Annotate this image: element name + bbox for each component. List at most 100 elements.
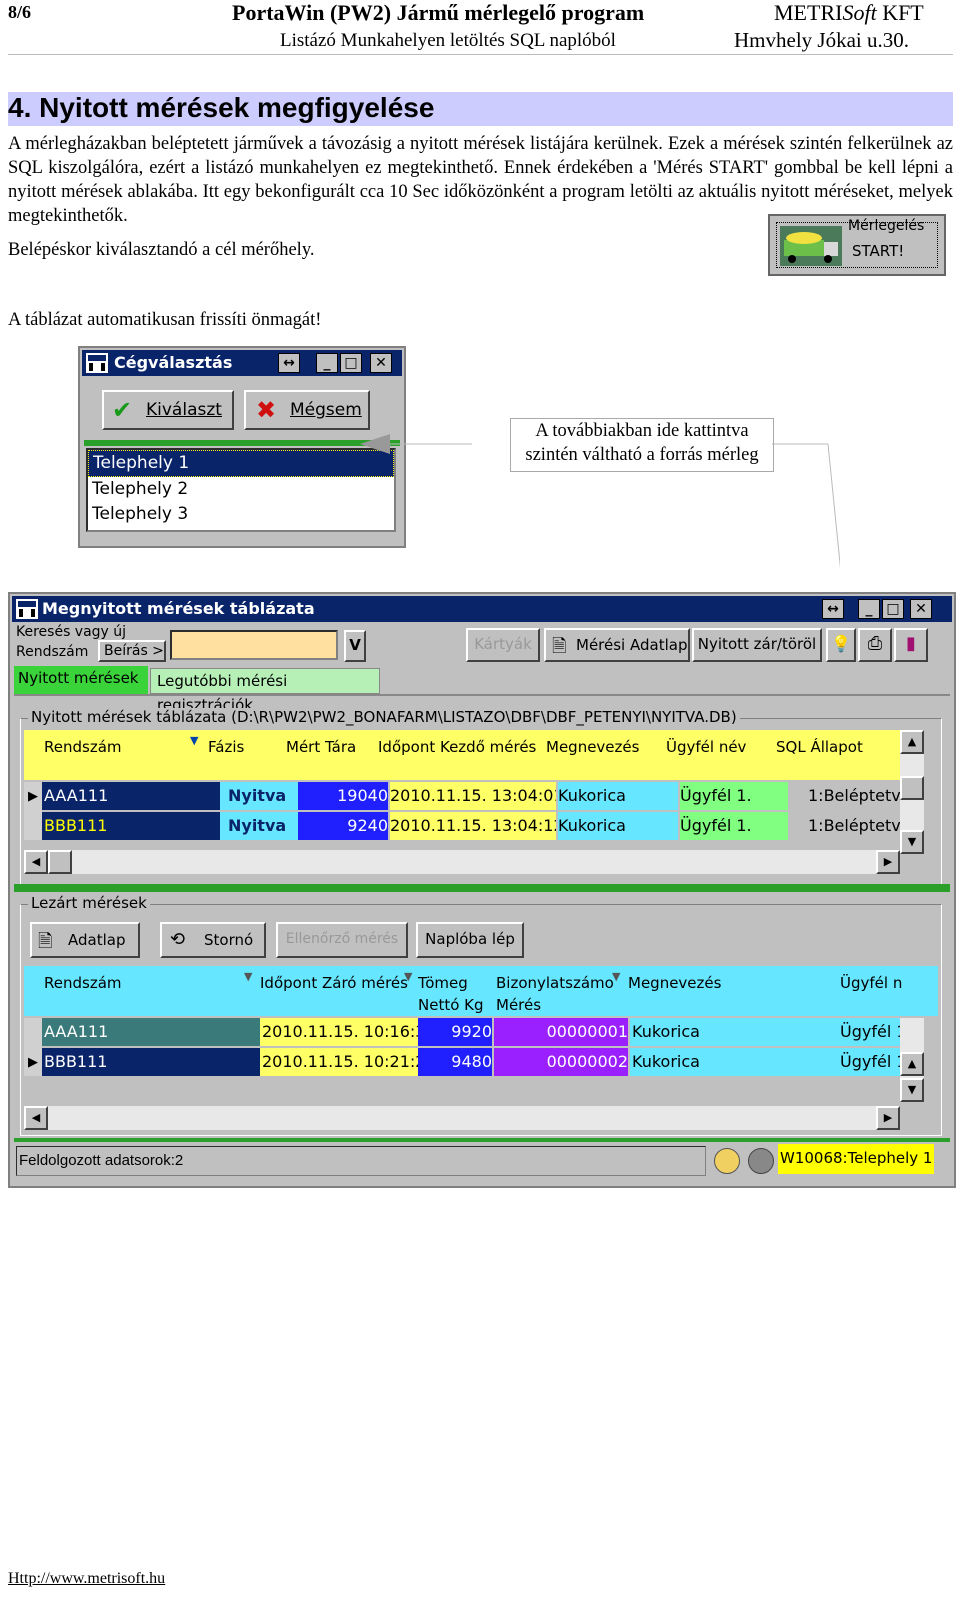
tab-open-measurements[interactable]: Nyitott mérések <box>14 666 148 694</box>
exit-icon[interactable]: ▮ <box>894 628 928 662</box>
open-close-button[interactable]: Nyitott zár/töröl <box>692 628 822 662</box>
measurement-data-button[interactable]: 🗎 Mérési Adatlap <box>544 628 690 662</box>
cell-client: Ügyfél 1 <box>840 1052 902 1071</box>
dialog-divider <box>84 440 400 446</box>
col-name[interactable]: Megnevezés <box>546 738 639 756</box>
select-button[interactable]: ✔ Kiválaszt <box>102 390 234 430</box>
table-cell[interactable]: Nyitva <box>220 782 304 810</box>
company-name: METRISoft KFT <box>774 0 924 25</box>
closed-hscrollbar[interactable]: ◀ ▶ <box>24 1106 900 1130</box>
scroll-right-icon[interactable]: ▶ <box>876 1106 900 1130</box>
storno-button[interactable]: ⟲ Stornó <box>160 922 266 958</box>
open-hscrollbar[interactable]: ◀ ▶ <box>24 850 900 874</box>
enter-button[interactable]: Beírás > <box>98 640 166 662</box>
table-cell[interactable]: Ügyfél 1. <box>680 812 788 840</box>
scroll-up-icon[interactable]: ▲ <box>900 730 924 754</box>
minimize-icon[interactable]: _ <box>316 353 338 373</box>
filter-arrow-icon[interactable]: ▼ <box>404 970 412 983</box>
list-item[interactable]: Telephely 2 <box>88 477 394 502</box>
col-plate[interactable]: Rendszám <box>44 974 122 992</box>
cancel-button-label: Mégsem <box>290 400 362 420</box>
table-cell[interactable]: 00000001 <box>494 1018 628 1046</box>
site-list[interactable]: Telephely 1 Telephely 2 Telephely 3 <box>86 448 396 532</box>
maximize-icon[interactable]: □ <box>882 599 904 619</box>
table-cell[interactable]: Kukorica <box>558 782 678 810</box>
table-cell[interactable]: BBB111 <box>42 1048 260 1076</box>
col-net-kg[interactable]: Nettó Kg <box>418 996 484 1014</box>
col-weight[interactable]: Tömeg <box>418 974 468 992</box>
cancel-button[interactable]: ✖ Mégsem <box>244 390 370 430</box>
scroll-left-icon[interactable]: ◀ <box>24 850 48 874</box>
filter-arrow-icon[interactable]: ▼ <box>612 970 620 983</box>
col-name[interactable]: Megnevezés <box>628 974 721 992</box>
closed-vscrollbar[interactable]: ▲ ▼ <box>900 1018 924 1102</box>
filter-arrow-icon[interactable]: ▼ <box>190 734 198 747</box>
table-cell[interactable]: 00000002 <box>494 1048 628 1076</box>
table-cell[interactable]: 9480 <box>418 1048 492 1076</box>
table-cell[interactable]: BBB111 <box>42 812 220 840</box>
col-end-time[interactable]: Időpont Záró mérés <box>260 974 408 992</box>
col-tare[interactable]: Mért Tára <box>286 738 356 756</box>
tab-recent-registrations[interactable]: Legutóbbi mérési regisztrációk <box>150 668 380 714</box>
cards-button[interactable]: Kártyák <box>466 628 540 662</box>
table-cell[interactable]: 9920 <box>418 1018 492 1046</box>
source-scale-selector[interactable]: W10068:Telephely 1 <box>778 1144 934 1174</box>
scroll-right-icon[interactable]: ▶ <box>876 850 900 874</box>
table-cell[interactable]: 2010.11.15. 13:04:01 <box>390 782 556 810</box>
table-cell[interactable]: Kukorica <box>558 812 678 840</box>
table-cell[interactable]: 19040 <box>298 782 388 810</box>
app-icon <box>86 353 108 373</box>
resize-icon[interactable]: ↔ <box>278 353 300 373</box>
minimize-icon[interactable]: _ <box>858 599 880 619</box>
search-input[interactable] <box>170 630 338 660</box>
log-button[interactable]: Naplóba lép <box>416 922 524 958</box>
scroll-left-icon[interactable]: ◀ <box>24 1106 48 1130</box>
col-plate[interactable]: Rendszám <box>44 738 122 756</box>
list-item[interactable]: Telephely 3 <box>88 502 394 527</box>
scroll-thumb[interactable] <box>900 776 924 800</box>
table-cell[interactable]: Nyitva <box>220 812 304 840</box>
cancel-doc-icon: ⟲ <box>170 929 186 950</box>
callout-line-2: szintén váltható a forrás mérleg <box>525 445 759 465</box>
status-indicator-yellow <box>714 1148 740 1174</box>
table-cell[interactable]: 1:Beléptetve <box>790 782 918 810</box>
split-bar[interactable] <box>14 884 950 892</box>
table-cell[interactable]: 2010.11.15. 10:16:38 <box>260 1018 418 1046</box>
col-sql-state[interactable]: SQL Állapot <box>776 738 863 756</box>
maximize-icon[interactable]: □ <box>340 353 362 373</box>
datasheet-label: Adatlap <box>68 931 126 949</box>
open-vscrollbar[interactable]: ▲ ▼ <box>900 730 924 854</box>
dropdown-button[interactable]: V <box>344 630 366 662</box>
datasheet-button[interactable]: 🗎 Adatlap <box>30 922 140 958</box>
col-measurement[interactable]: Mérés <box>496 996 541 1014</box>
close-icon[interactable]: ✕ <box>910 599 932 619</box>
table-cell[interactable]: Kukorica Ügyfél 1 <box>630 1018 902 1046</box>
scroll-down-icon[interactable]: ▼ <box>900 1078 924 1102</box>
lightbulb-icon[interactable]: 💡 <box>826 628 856 662</box>
check-weigh-button[interactable]: Ellenőrző mérés <box>276 922 408 958</box>
table-cell[interactable]: 2010.11.15. 13:04:12 <box>390 812 556 840</box>
scroll-up-icon[interactable]: ▲ <box>900 1052 924 1076</box>
table-cell[interactable]: AAA111 <box>42 782 220 810</box>
table-cell[interactable]: Kukorica Ügyfél 1 <box>630 1048 902 1076</box>
table-cell[interactable]: Ügyfél 1. <box>680 782 788 810</box>
col-client[interactable]: Ügyfél n <box>840 974 902 992</box>
table-cell[interactable]: 9240 <box>298 812 388 840</box>
col-phase[interactable]: Fázis <box>208 738 244 756</box>
footer-link[interactable]: Http://www.metrisoft.hu <box>8 1570 165 1588</box>
row-pointer-icon: ▶ <box>28 788 38 803</box>
table-cell[interactable]: AAA111 <box>42 1018 260 1046</box>
table-cell[interactable]: 1:Beléptetve <box>790 812 918 840</box>
list-item[interactable]: Telephely 1 <box>88 450 394 477</box>
close-icon[interactable]: ✕ <box>370 353 392 373</box>
printer-icon[interactable]: ⎙ <box>858 628 892 662</box>
filter-arrow-icon[interactable]: ▼ <box>244 970 252 983</box>
col-doc-number[interactable]: Bizonylatszámo <box>496 974 614 992</box>
scroll-down-icon[interactable]: ▼ <box>900 830 924 854</box>
table-cell[interactable]: 2010.11.15. 10:21:21 <box>260 1048 418 1076</box>
col-client[interactable]: Ügyfél név <box>666 738 746 756</box>
hscroll-thumb[interactable] <box>48 850 72 874</box>
weighing-start-button[interactable]: Mérlegelés START! <box>768 214 946 276</box>
col-start-time[interactable]: Időpont Kezdő mérés <box>378 738 536 756</box>
resize-icon[interactable]: ↔ <box>822 599 844 619</box>
